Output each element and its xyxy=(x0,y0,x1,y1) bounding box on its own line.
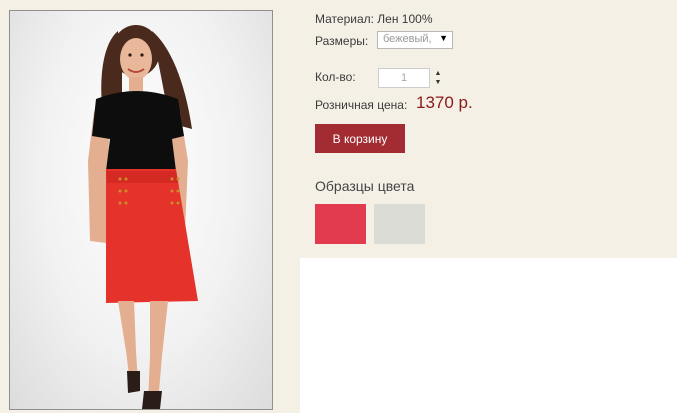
quantity-stepper[interactable]: ▲ ▼ xyxy=(434,69,442,87)
content-panel xyxy=(300,258,677,413)
model-illustration xyxy=(88,25,198,409)
product-image[interactable] xyxy=(9,10,273,410)
chevron-down-icon: ▼ xyxy=(439,33,448,43)
color-swatch-red[interactable] xyxy=(315,204,366,244)
color-swatch-grey[interactable] xyxy=(374,204,425,244)
stepper-up-icon[interactable]: ▲ xyxy=(434,69,442,78)
quantity-label: Кол-во: xyxy=(315,70,356,84)
size-select[interactable]: бежевый, ▼ xyxy=(377,31,453,49)
size-select-value: бежевый, xyxy=(383,33,432,45)
color-swatches-title: Образцы цвета xyxy=(315,178,415,194)
stepper-down-icon[interactable]: ▼ xyxy=(434,78,442,87)
quantity-input[interactable]: 1 xyxy=(378,68,430,88)
add-to-cart-button[interactable]: В корзину xyxy=(315,124,405,153)
price-value: 1370 р. xyxy=(416,93,473,112)
sizes-label: Размеры: xyxy=(315,34,369,48)
price-label: Розничная цена: xyxy=(315,98,408,112)
material-text: Материал: Лен 100% xyxy=(315,12,433,26)
